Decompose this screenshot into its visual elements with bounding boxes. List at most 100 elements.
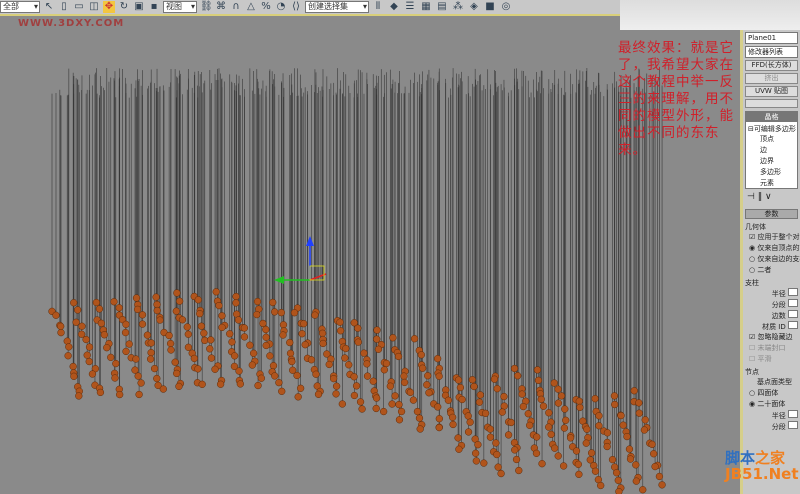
field-1[interactable]: 分段 — [743, 299, 800, 310]
joint-sphere — [466, 418, 474, 426]
stack-item-lattice[interactable]: 晶格 — [746, 112, 797, 122]
link-icon[interactable]: ⛓ — [200, 1, 213, 13]
joint-sphere — [591, 395, 599, 403]
angle-snap-icon[interactable]: △ — [245, 1, 257, 13]
joints-group-label: 节点 — [745, 368, 759, 376]
joint-sphere — [639, 486, 647, 494]
spinner-input[interactable] — [788, 321, 798, 329]
joint-sphere — [294, 393, 302, 401]
joint-sphere — [232, 299, 240, 307]
select-icon[interactable]: ↖ — [43, 1, 55, 13]
spinner-input[interactable] — [788, 288, 798, 296]
joint-sphere — [507, 418, 515, 427]
rotate-icon[interactable]: ↻ — [118, 1, 130, 13]
field-0[interactable]: 半径 — [743, 410, 800, 421]
percent-snap-icon[interactable]: % — [260, 1, 272, 13]
selection-filter-dropdown[interactable]: 全部 — [0, 1, 40, 13]
spinner-snap-icon[interactable]: ◔ — [275, 1, 287, 13]
joint-sphere — [215, 301, 223, 310]
ignore-hidden-checkbox[interactable]: ☑ 忽略隐藏边 — [743, 332, 800, 343]
tetra-radio[interactable]: ○ 四面体 — [743, 388, 800, 399]
joint-sphere — [234, 316, 243, 324]
joint-sphere — [562, 416, 570, 424]
layer-icon[interactable]: ☰ — [404, 1, 416, 13]
parameters-rollout[interactable]: 参数 — [745, 209, 798, 219]
pivot-icon[interactable]: ▪ — [148, 1, 160, 13]
uvw-map-button[interactable]: UVW 贴图 — [745, 86, 798, 97]
spinner-input[interactable] — [788, 310, 798, 318]
joint-sphere — [490, 375, 499, 383]
joint-sphere — [173, 369, 181, 378]
snap-icon[interactable]: ∩ — [230, 1, 242, 13]
apply-whole-checkbox[interactable]: ☑ 应用于整个对象 — [743, 232, 800, 243]
joint-sphere — [610, 392, 619, 400]
joint-sphere — [435, 415, 443, 423]
struts-only-radio[interactable]: ○ 仅来自边的支柱 — [743, 254, 800, 265]
joint-sphere — [500, 392, 508, 401]
spinner-input[interactable] — [788, 410, 798, 418]
spinner-input[interactable] — [788, 421, 798, 429]
quick-render-icon[interactable]: ◎ — [500, 1, 512, 13]
rect-region-icon[interactable]: ▭ — [73, 1, 85, 13]
align-icon[interactable]: ◆ — [388, 1, 400, 13]
joint-sphere — [198, 380, 206, 388]
joint-sphere — [57, 328, 65, 337]
joint-sphere — [534, 376, 543, 384]
joint-sphere — [352, 382, 361, 390]
field-2[interactable]: 边数 — [743, 310, 800, 321]
edit-named-sel-icon[interactable]: ⟨⟩ — [290, 1, 302, 13]
reference-coord-dropdown[interactable]: 视图 — [163, 1, 197, 13]
material-editor-icon[interactable]: ⁂ — [452, 1, 464, 13]
joint-sphere — [651, 462, 659, 471]
move-icon[interactable]: ✥ — [103, 1, 115, 13]
empty-button[interactable] — [745, 99, 798, 108]
field-1[interactable]: 分段 — [743, 421, 800, 432]
site-watermark: WWW.3DXY.COM — [18, 18, 125, 29]
extrude-button[interactable]: 挤出 — [745, 73, 798, 84]
spinner-input[interactable] — [788, 299, 798, 307]
bind-icon[interactable]: ⌘ — [215, 1, 227, 13]
sub-object-element[interactable]: 元素 — [746, 178, 797, 189]
modifier-list-dropdown[interactable]: 修改器列表 — [745, 46, 798, 58]
joint-sphere — [497, 469, 505, 478]
sub-object-border[interactable]: 边界 — [746, 156, 797, 167]
joint-sphere — [557, 392, 566, 400]
smooth-checkbox[interactable]: ☐ 平滑 — [743, 354, 800, 365]
mirror-icon[interactable]: ⫴ — [372, 1, 384, 13]
joint-sphere — [511, 446, 519, 454]
joint-sphere — [603, 442, 611, 451]
end-caps-checkbox[interactable]: ☐ 末端封口 — [743, 343, 800, 354]
joints-only-radio[interactable]: ◉ 仅来自顶点的节点 — [743, 243, 800, 254]
joint-sphere — [153, 306, 161, 315]
joint-sphere — [389, 334, 397, 342]
object-name-field[interactable]: Plane01 — [745, 32, 798, 44]
field-0[interactable]: 半径 — [743, 288, 800, 299]
joint-sphere — [512, 455, 521, 464]
sub-object-polygon[interactable]: 多边形 — [746, 167, 797, 178]
scale-icon[interactable]: ▣ — [133, 1, 145, 13]
pin-stack-icon[interactable]: ⊣ ‖ ∨ — [743, 192, 800, 206]
icosa-radio[interactable]: ◉ 二十面体 — [743, 399, 800, 410]
joint-sphere — [253, 297, 262, 306]
sub-object-edge[interactable]: 边 — [746, 145, 797, 156]
joint-sphere — [194, 296, 202, 304]
joint-sphere — [608, 455, 617, 464]
field-3[interactable]: 材质 ID — [743, 321, 800, 332]
ffd-button[interactable]: FFD(长方体) — [745, 60, 798, 71]
joint-sphere — [630, 387, 638, 395]
joint-sphere — [658, 481, 666, 489]
both-radio[interactable]: ○ 二者 — [743, 265, 800, 276]
window-crossing-icon[interactable]: ◫ — [88, 1, 100, 13]
select-by-name-icon[interactable]: ▯ — [58, 1, 70, 13]
lattice-struts — [51, 68, 663, 492]
render-frame-icon[interactable]: ■ — [484, 1, 496, 13]
named-selection-dropdown[interactable]: 创建选择集 — [305, 1, 369, 13]
curve-editor-icon[interactable]: ▦ — [420, 1, 432, 13]
render-setup-icon[interactable]: ◈ — [468, 1, 480, 13]
joint-sphere — [415, 414, 424, 422]
stack-item-editable-poly[interactable]: ⊟可编辑多边形 — [746, 124, 797, 134]
joint-sphere — [336, 318, 344, 326]
joint-sphere — [547, 430, 555, 439]
schematic-icon[interactable]: ▤ — [436, 1, 448, 13]
sub-object-vertex[interactable]: 顶点 — [746, 134, 797, 145]
